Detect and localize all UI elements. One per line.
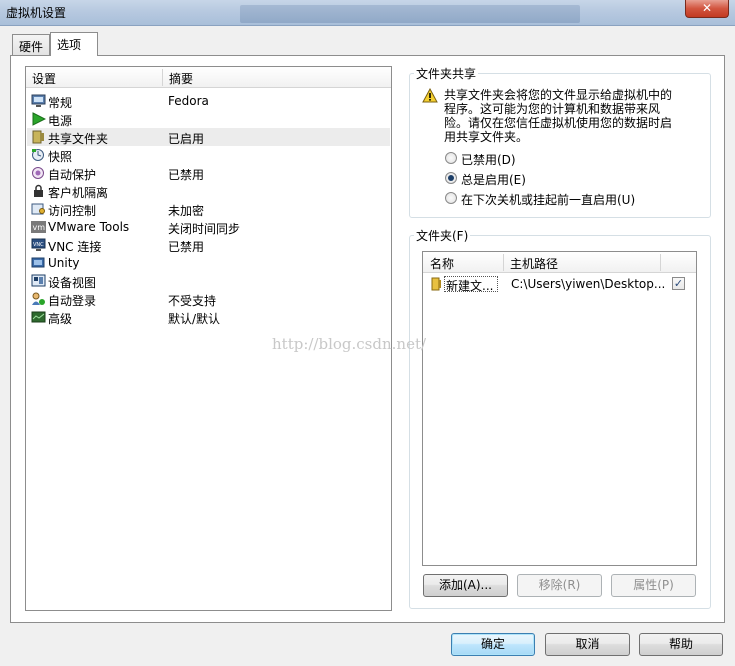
setting-summary: 不受支持 xyxy=(168,294,217,308)
setting-name: VNC 连接 xyxy=(48,240,102,254)
setting-row-vnc[interactable]: VNC VNC 连接 已禁用 xyxy=(27,236,390,254)
column-name[interactable]: 名称 xyxy=(430,255,454,272)
folders-label: 文件夹(F) xyxy=(414,227,471,244)
setting-row-autoprotect[interactable]: 自动保护 已禁用 xyxy=(27,164,390,182)
folder-list-header: 名称 主机路径 xyxy=(423,252,696,273)
title-bar: 虚拟机设置 xyxy=(0,0,735,26)
vnc-icon: VNC xyxy=(31,238,46,251)
setting-summary: 已启用 xyxy=(168,132,205,146)
watermark-text: http://blog.csdn.net/ xyxy=(272,335,427,353)
window-title: 虚拟机设置 xyxy=(6,6,67,20)
settings-list-header: 设置 摘要 xyxy=(26,67,391,88)
setting-name: 高级 xyxy=(48,312,73,326)
folder-icon xyxy=(431,277,441,291)
radio-disabled[interactable]: 已禁用(D) xyxy=(445,150,525,167)
device-view-icon xyxy=(31,274,46,287)
setting-summary: 未加密 xyxy=(168,204,205,218)
setting-summary: 关闭时间同步 xyxy=(168,222,241,236)
close-button[interactable]: ✕ xyxy=(685,0,729,18)
folder-host-path: C:\Users\yiwen\Desktop... xyxy=(511,277,666,291)
setting-row-shared-folders[interactable]: 共享文件夹 已启用 xyxy=(27,128,390,146)
setting-name: 设备视图 xyxy=(48,276,97,290)
ok-button[interactable]: 确定 xyxy=(451,633,535,656)
setting-summary: 已禁用 xyxy=(168,168,205,182)
access-control-icon xyxy=(31,203,45,215)
folder-sharing-label: 文件夹共享 xyxy=(414,65,479,82)
svg-text:VNC: VNC xyxy=(33,242,44,248)
cancel-button[interactable]: 取消 xyxy=(545,633,630,656)
column-setting[interactable]: 设置 xyxy=(32,70,56,87)
setting-name: 共享文件夹 xyxy=(48,132,109,146)
tab-options-label: 选项 xyxy=(57,38,82,52)
tab-hardware-label: 硬件 xyxy=(19,40,44,54)
help-button[interactable]: 帮助 xyxy=(639,633,723,656)
setting-name: VMware Tools xyxy=(48,220,130,234)
power-play-icon xyxy=(32,112,46,126)
setting-name: 快照 xyxy=(48,150,73,164)
snapshot-icon xyxy=(32,149,44,161)
lock-icon xyxy=(34,184,43,197)
autologin-icon xyxy=(32,292,45,305)
setting-row-device-view[interactable]: 设备视图 xyxy=(27,272,390,290)
monitor-icon xyxy=(31,94,46,107)
setting-summary: Fedora xyxy=(168,94,209,108)
tab-options[interactable]: 选项 xyxy=(50,32,98,56)
add-folder-button[interactable]: 添加(A)... xyxy=(423,574,508,597)
setting-name: 电源 xyxy=(48,114,73,128)
column-summary[interactable]: 摘要 xyxy=(169,70,193,87)
autoprotect-icon xyxy=(32,167,44,179)
radio-always-enabled-indicator[interactable] xyxy=(445,172,457,184)
setting-row-vmware-tools[interactable]: vm VMware Tools 关闭时间同步 xyxy=(27,218,390,236)
radio-always-enabled-label: 总是启用(E) xyxy=(461,173,526,187)
sharing-warning-text: 共享文件夹会将您的文件显示给虚拟机中的程序。这可能为您的计算机和数据带来风险。请… xyxy=(444,88,673,144)
setting-row-general[interactable]: 常规 Fedora xyxy=(27,92,390,110)
setting-name: 自动保护 xyxy=(48,168,97,182)
setting-summary: 已禁用 xyxy=(168,240,205,254)
column-host-path[interactable]: 主机路径 xyxy=(510,255,558,272)
unity-icon xyxy=(31,257,45,268)
folder-row[interactable]: 新建文... C:\Users\yiwen\Desktop... ✓ xyxy=(424,274,695,294)
vmware-tools-icon: vm xyxy=(31,221,46,233)
tab-hardware[interactable]: 硬件 xyxy=(12,34,50,56)
setting-name: 客户机隔离 xyxy=(48,186,109,200)
folder-enabled-checkbox[interactable]: ✓ xyxy=(672,277,685,290)
setting-row-access-control[interactable]: 访问控制 未加密 xyxy=(27,200,390,218)
background-taskbar-strip xyxy=(240,5,580,23)
setting-row-snapshots[interactable]: 快照 xyxy=(27,146,390,164)
svg-text:vm: vm xyxy=(33,223,46,232)
radio-always-enabled[interactable]: 总是启用(E) xyxy=(445,170,535,187)
setting-row-guest-isolation[interactable]: 客户机隔离 xyxy=(27,182,390,200)
setting-name: Unity xyxy=(48,256,80,270)
radio-until-poweroff-indicator[interactable] xyxy=(445,192,457,204)
advanced-icon xyxy=(31,311,46,323)
setting-name: 访问控制 xyxy=(48,204,97,218)
radio-disabled-indicator[interactable] xyxy=(445,152,457,164)
warning-icon xyxy=(422,88,438,103)
setting-row-autologin[interactable]: 自动登录 不受支持 xyxy=(27,290,390,308)
shared-folder-icon xyxy=(32,130,44,144)
setting-row-unity[interactable]: Unity xyxy=(27,254,390,272)
remove-folder-button[interactable]: 移除(R) xyxy=(517,574,602,597)
folder-list[interactable]: 名称 主机路径 新建文... C:\Users\yiwen\Desktop...… xyxy=(422,251,697,566)
folder-name: 新建文... xyxy=(444,276,498,292)
radio-disabled-label: 已禁用(D) xyxy=(461,153,516,167)
radio-until-poweroff-label: 在下次关机或挂起前一直启用(U) xyxy=(461,193,636,207)
folder-properties-button[interactable]: 属性(P) xyxy=(611,574,696,597)
setting-row-advanced[interactable]: 高级 默认/默认 xyxy=(27,308,390,326)
radio-until-poweroff[interactable]: 在下次关机或挂起前一直启用(U) xyxy=(445,190,645,207)
setting-summary: 默认/默认 xyxy=(168,312,221,326)
setting-row-power[interactable]: 电源 xyxy=(27,110,390,128)
setting-name: 自动登录 xyxy=(48,294,97,308)
setting-name: 常规 xyxy=(48,96,73,110)
